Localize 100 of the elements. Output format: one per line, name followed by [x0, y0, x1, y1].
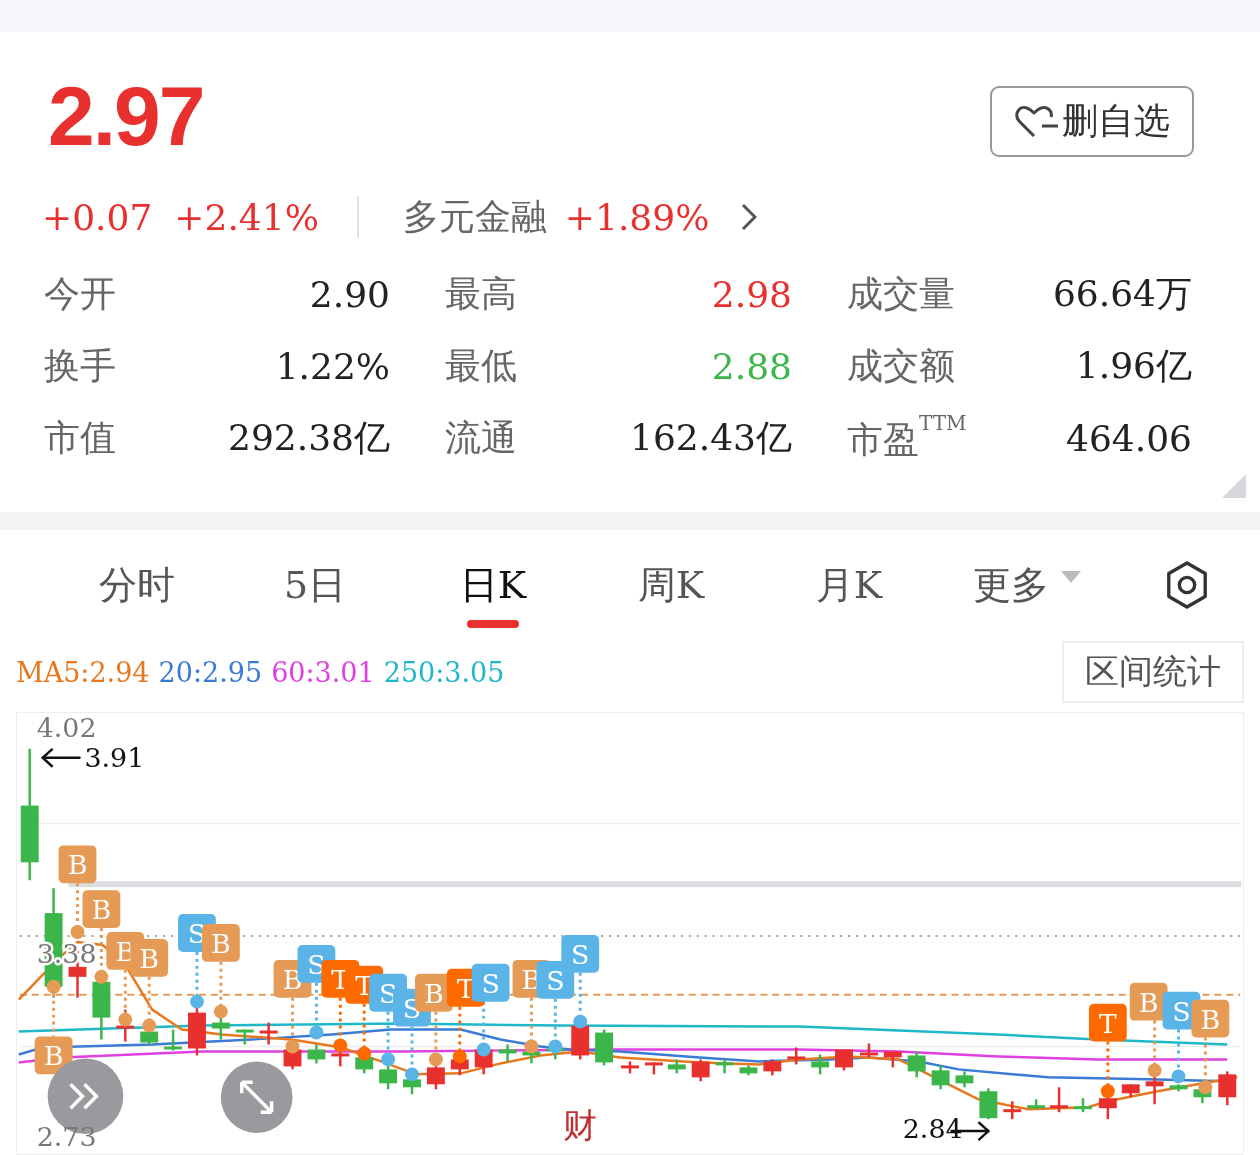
- marker-dot: [94, 969, 109, 984]
- stat-value: 1.22%: [275, 345, 390, 387]
- candlestick: [667, 1059, 686, 1074]
- candlestick: [1050, 1087, 1068, 1113]
- chart-tab[interactable]: 周K: [582, 530, 760, 640]
- stat-value: 292.38亿: [228, 415, 390, 460]
- candlestick: [739, 1065, 758, 1076]
- candlestick: [907, 1051, 926, 1078]
- marker-dot: [118, 1012, 133, 1027]
- marker-dot: [285, 1039, 300, 1054]
- percent-change: +2.41%: [174, 196, 319, 238]
- candlestick: [811, 1054, 830, 1075]
- stat-label: 最低: [445, 343, 517, 388]
- t-marker[interactable]: T: [1088, 1003, 1127, 1042]
- marker-dot: [70, 925, 85, 939]
- candlestick: [331, 1049, 350, 1067]
- price-change: +0.07: [42, 196, 153, 238]
- candlestick: [859, 1043, 878, 1058]
- candlestick: [621, 1061, 639, 1074]
- marker-dot: [476, 1042, 491, 1057]
- candlestick: [235, 1029, 254, 1045]
- buy-marker[interactable]: B: [1191, 999, 1230, 1038]
- candlestick: [164, 1029, 183, 1051]
- stat-value: 1.96亿: [1075, 343, 1192, 388]
- stat-label: 市盈$^{TTM}$: [847, 411, 967, 462]
- chart-tab[interactable]: 月K: [760, 530, 938, 640]
- ma-value: 20:2.95: [158, 656, 263, 688]
- ma-value: 60:3.01: [271, 656, 375, 688]
- chart-tab[interactable]: 日K: [404, 530, 582, 640]
- stat-value: 162.43亿: [630, 415, 792, 460]
- sell-marker[interactable]: S: [561, 935, 600, 973]
- stat-label: 换手: [44, 343, 116, 388]
- marker-dot: [357, 1046, 372, 1061]
- sell-marker[interactable]: S: [471, 963, 510, 1002]
- expand-button[interactable]: [220, 1061, 293, 1134]
- candlestick: [883, 1051, 902, 1068]
- marker-dot: [428, 1052, 443, 1067]
- financial-report-mark[interactable]: 财: [563, 1106, 598, 1146]
- marker-dot: [1100, 1084, 1115, 1099]
- marker-dot: [190, 994, 204, 1009]
- high-price-arrow-icon: [40, 747, 81, 768]
- ma-value: 250:3.05: [383, 656, 505, 688]
- last-price: 2.97: [48, 74, 204, 158]
- more-dropdown[interactable]: 更多: [938, 530, 1116, 640]
- marker-dot: [381, 1052, 396, 1067]
- chart-tab[interactable]: 分时: [48, 530, 226, 640]
- candlestick: [931, 1065, 950, 1090]
- heart-minus-icon: [1014, 103, 1060, 140]
- marker-dot: [524, 1039, 539, 1054]
- low-price-label: 2.84: [902, 1113, 963, 1145]
- candlestick: [1027, 1099, 1046, 1110]
- stat-label: 成交量: [847, 271, 955, 316]
- marker-dot: [405, 1067, 419, 1082]
- stat-value: 2.90: [309, 273, 390, 315]
- buy-marker[interactable]: B: [82, 890, 121, 928]
- marker-dot: [1171, 1069, 1186, 1084]
- ma-value: MA5:2.94: [16, 656, 150, 688]
- candlestick: [498, 1044, 517, 1062]
- marker-dot: [309, 1025, 324, 1040]
- buy-marker[interactable]: B: [1129, 982, 1168, 1021]
- stat-value: 66.64万: [1052, 271, 1192, 316]
- stat-value: 2.88: [711, 345, 792, 387]
- chart-tab[interactable]: 5日: [226, 530, 404, 640]
- candlestick: [644, 1062, 663, 1075]
- sector-link[interactable]: 多元金融 +1.89%: [402, 192, 758, 242]
- candlestick: [955, 1071, 974, 1088]
- marker-dot: [333, 1038, 348, 1053]
- range-stats-button[interactable]: 区间统计: [1062, 641, 1244, 703]
- candlestick: [595, 1029, 614, 1066]
- stat-value: 464.06: [1066, 417, 1192, 459]
- candlestick: [116, 1009, 135, 1042]
- candlestick: [379, 1065, 398, 1090]
- candlestick: [1074, 1098, 1092, 1113]
- stat-value: 2.98: [711, 273, 792, 315]
- candlestick: [835, 1049, 853, 1071]
- candlestick: [1121, 1084, 1140, 1098]
- candlestick: [307, 1044, 326, 1064]
- marker-dot: [1198, 1080, 1213, 1095]
- candlestick: [979, 1088, 998, 1120]
- marker-dot: [452, 1049, 467, 1064]
- candlestick: [259, 1022, 278, 1045]
- chevron-right-icon: [741, 203, 758, 231]
- candlestick: [763, 1059, 782, 1076]
- marker-dot: [46, 979, 61, 994]
- settings-icon[interactable]: [1164, 560, 1210, 610]
- marker-dot: [1147, 1063, 1162, 1078]
- marker-dot: [548, 1039, 563, 1054]
- candlestick: [1145, 1074, 1164, 1105]
- remove-watchlist-button[interactable]: 删自选: [990, 86, 1194, 157]
- candlestick: [1218, 1071, 1237, 1106]
- buy-marker[interactable]: B: [130, 939, 169, 977]
- marker-dot: [142, 1018, 157, 1033]
- buy-marker[interactable]: B: [34, 1036, 73, 1075]
- marker-dot: [573, 1014, 588, 1029]
- stat-label: 今开: [44, 271, 116, 316]
- marker-dot: [213, 1004, 228, 1019]
- candlestick: [691, 1059, 710, 1082]
- buy-marker[interactable]: B: [58, 845, 97, 884]
- candlestick: [715, 1059, 734, 1074]
- stat-label: 最高: [445, 271, 517, 316]
